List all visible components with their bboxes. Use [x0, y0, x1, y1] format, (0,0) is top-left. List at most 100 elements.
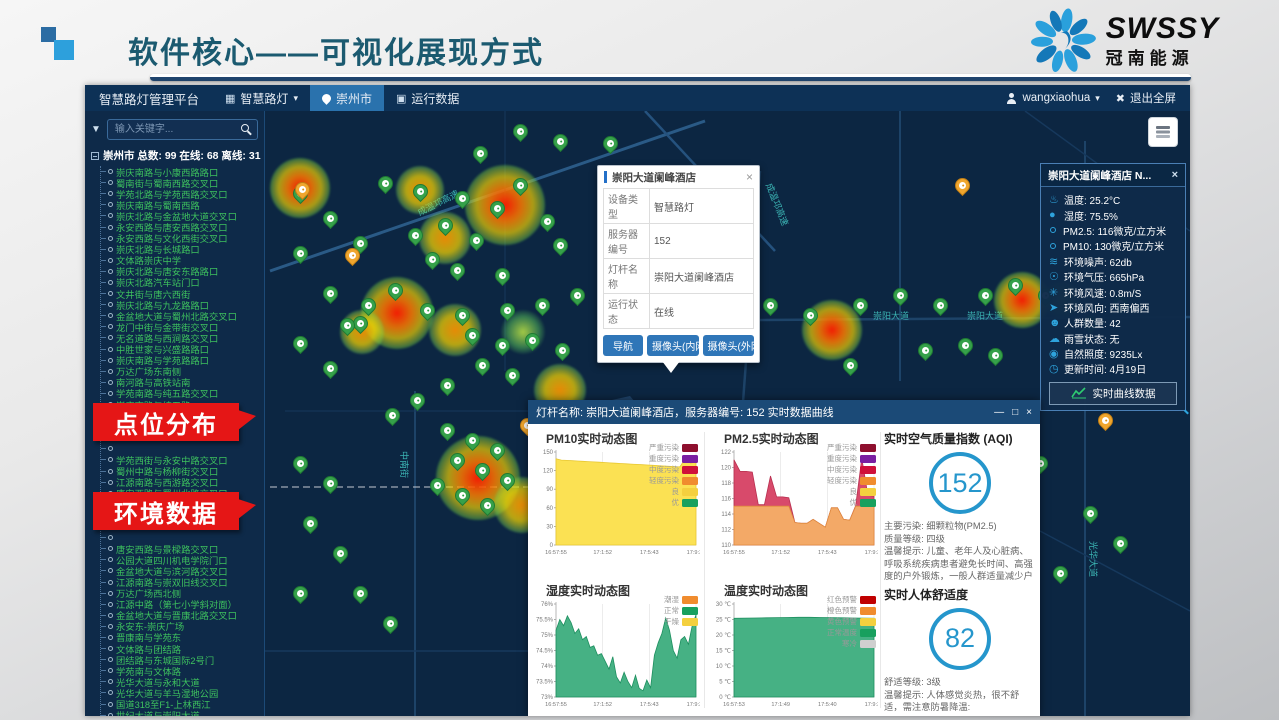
aqi-value: 152: [937, 468, 982, 499]
env-item-text: 环境风速: 0.8m/S: [1064, 285, 1141, 300]
sidebar-tree-item[interactable]: 蜀南街与蜀南西路交叉口: [101, 177, 258, 188]
sidebar-tree-item[interactable]: 龙门中街与金带街交叉口: [101, 321, 258, 332]
sidebar-tree-item[interactable]: [101, 443, 258, 454]
sidebar-tree-item[interactable]: 文体路与团结路: [101, 643, 258, 654]
tree-item-label: 金盆地大道与蜀州北路交叉口: [116, 310, 237, 321]
legend-color-chip: [860, 477, 876, 485]
popup-accent-bar: [604, 171, 607, 183]
sidebar-tree-item[interactable]: 江源南路与西游路交叉口: [101, 477, 258, 488]
env-item-text: 环境气压: 665hPa: [1064, 269, 1144, 284]
table-row: 运行状态在线: [604, 294, 754, 329]
environment-panel: 崇阳大道阑峰酒店 N... × ♨温度: 25.2°C●湿度: 75.5%PM2…: [1040, 163, 1186, 411]
svg-text:73%: 73%: [541, 695, 554, 701]
tree-item-label: 学苑西街与永安中路交叉口: [116, 454, 228, 465]
sidebar-tree-item[interactable]: 蜀州中路与杨柳街交叉口: [101, 466, 258, 477]
sidebar-tree-item[interactable]: 万达广场西北侧: [101, 588, 258, 599]
tree-item-label: 文井街与唐六西街: [116, 288, 190, 299]
tree-item-label: 唐安西路与景樑路交叉口: [116, 543, 218, 554]
sidebar-tree-item[interactable]: 崇庆北路与长城路口: [101, 244, 258, 255]
line-chart-icon: [1071, 387, 1087, 399]
sidebar-tree-item[interactable]: 金盆地大道与晋康北路交叉口: [101, 610, 258, 621]
collapse-icon[interactable]: [91, 152, 99, 160]
slide-title: 软件核心——可视化展现方式: [128, 28, 544, 72]
sidebar-tree-item[interactable]: 永安东-崇庆广场: [101, 621, 258, 632]
sidebar-tree-item[interactable]: 公园大道四川机电学院门口: [101, 554, 258, 565]
field-label: 设备类型: [604, 189, 650, 224]
realtime-curve-button[interactable]: 实时曲线数据: [1049, 382, 1177, 405]
sidebar-tree-item[interactable]: 光华大道与羊马湿地公园: [101, 687, 258, 698]
tree-root-label: 崇州市 总数: 99 在线: 68 离线: 31: [103, 148, 261, 163]
map-layers-button[interactable]: [1148, 117, 1178, 147]
sidebar-tree-item[interactable]: 学苑西街与永安中路交叉口: [101, 454, 258, 465]
sidebar-tree-item[interactable]: 崇庆北路汽车站门口: [101, 277, 258, 288]
close-icon[interactable]: ×: [746, 170, 753, 184]
legend-label: 中度污染: [827, 464, 857, 475]
svg-text:30 ℃: 30 ℃: [716, 601, 731, 608]
search-input[interactable]: [107, 119, 258, 140]
lamp-status-icon: [108, 247, 113, 252]
road-label: 崇阳大道: [873, 309, 909, 322]
sidebar-tree-item[interactable]: 崇庆北路与九龙路路口: [101, 299, 258, 310]
nav-item-smart-lamp[interactable]: ▦ 智慧路灯 ▾: [213, 85, 310, 111]
sidebar-tree-item[interactable]: 崇庆南路与蜀南西路: [101, 199, 258, 210]
close-icon[interactable]: ×: [1172, 169, 1178, 181]
camera-external-button[interactable]: 摄像头(外网): [703, 335, 755, 356]
sidebar-tree-item[interactable]: 崇庆南路与小康西路路口: [101, 166, 258, 177]
sidebar-tree-item[interactable]: 永安西路与唐安西路交叉口: [101, 221, 258, 232]
sidebar-tree-item[interactable]: 唐安西路与景樑路交叉口: [101, 543, 258, 554]
tree-root[interactable]: 崇州市 总数: 99 在线: 68 离线: 31: [91, 148, 258, 163]
sidebar-tree-item[interactable]: 学苑北路与学苑西路交叉口: [101, 188, 258, 199]
camera-internal-button[interactable]: 摄像头(内网): [647, 335, 699, 356]
sidebar-tree-item[interactable]: 团结路与东城国际2号门: [101, 654, 258, 665]
sidebar-tree-item[interactable]: 万达广场东南侧: [101, 366, 258, 377]
app-brand: 智慧路灯管理平台: [85, 89, 213, 108]
sidebar-tree-item[interactable]: 金盆地大道与蜀州北路交叉口: [101, 310, 258, 321]
user-menu[interactable]: wangxiaohua ▾: [1006, 85, 1099, 111]
legend-label: 严重污染: [649, 442, 679, 453]
hum-icon: ●: [1049, 209, 1064, 221]
sidebar-tree-item[interactable]: 江源中路（第七小学斜对面）: [101, 599, 258, 610]
lamp-status-icon: [108, 302, 113, 307]
close-button[interactable]: ×: [1026, 407, 1032, 418]
sidebar-tree-item[interactable]: 文体路崇庆中学: [101, 255, 258, 266]
sidebar-tree-item[interactable]: 中胜世家与兴盛路路口: [101, 344, 258, 355]
lamp-status-icon: [108, 169, 113, 174]
sidebar-tree-item[interactable]: 文井街与唐六西街: [101, 288, 258, 299]
sidebar-tree-item[interactable]: [101, 532, 258, 543]
aqi-value-circle: 152: [929, 452, 991, 514]
lamp-status-icon: [108, 457, 113, 462]
sidebar-tree-item[interactable]: 金盆地大道与滨河路交叉口: [101, 565, 258, 576]
navigate-button[interactable]: 导航: [603, 335, 643, 356]
minimize-button[interactable]: —: [994, 407, 1004, 418]
tree-item-label: 崇庆北路与长城路口: [116, 244, 200, 255]
exit-fullscreen-button[interactable]: ✖ 退出全屏: [1116, 85, 1176, 111]
tree-item-label: 崇庆南路与学苑路路口: [116, 355, 209, 366]
sidebar-tree-item[interactable]: 世纪大道与崇阳大道: [101, 710, 258, 716]
svg-text:15 ℃: 15 ℃: [716, 648, 731, 655]
legend-color-chip: [682, 477, 698, 485]
legend-label: 橙色预警: [827, 605, 857, 616]
env-data-item: ●湿度: 75.5%: [1049, 207, 1177, 222]
sidebar-tree-item[interactable]: 国道318至F1-上林西江: [101, 699, 258, 710]
sidebar-tree-item[interactable]: 光华大道与永和大道: [101, 676, 258, 687]
sidebar-tree-item[interactable]: 永安西路与文化西街交叉口: [101, 233, 258, 244]
nav-item-city[interactable]: 崇州市: [310, 85, 384, 111]
tree-item-label: 文体路崇庆中学: [116, 255, 181, 266]
lamp-status-icon: [108, 546, 113, 551]
search-icon[interactable]: [241, 124, 249, 132]
sidebar-tree-item[interactable]: 学苑南路与纯五路交叉口: [101, 388, 258, 399]
nav-item-running-data[interactable]: ▣ 运行数据: [384, 85, 471, 111]
sidebar-tree-item[interactable]: 江源南路与崇双旧线交叉口: [101, 576, 258, 587]
legend-color-chip: [682, 499, 698, 507]
sidebar-tree-item[interactable]: 崇庆南路与学苑路路口: [101, 355, 258, 366]
sidebar-tree-item[interactable]: 崇庆北路与金盆地大道交叉口: [101, 210, 258, 221]
legend-label: 优: [850, 497, 858, 508]
filter-icon: ▼: [91, 124, 101, 135]
sidebar-tree-item[interactable]: 南河路与高铁站南: [101, 377, 258, 388]
sidebar-tree-item[interactable]: 学苑南与文体路: [101, 665, 258, 676]
sidebar-tree-item[interactable]: 晋康南与学苑东: [101, 632, 258, 643]
maximize-button[interactable]: □: [1012, 407, 1018, 418]
time-icon: ◷: [1049, 362, 1064, 375]
sidebar-tree-item[interactable]: 无名道路与西涧路交叉口: [101, 332, 258, 343]
sidebar-tree-item[interactable]: 崇庆北路与唐安东路路口: [101, 266, 258, 277]
